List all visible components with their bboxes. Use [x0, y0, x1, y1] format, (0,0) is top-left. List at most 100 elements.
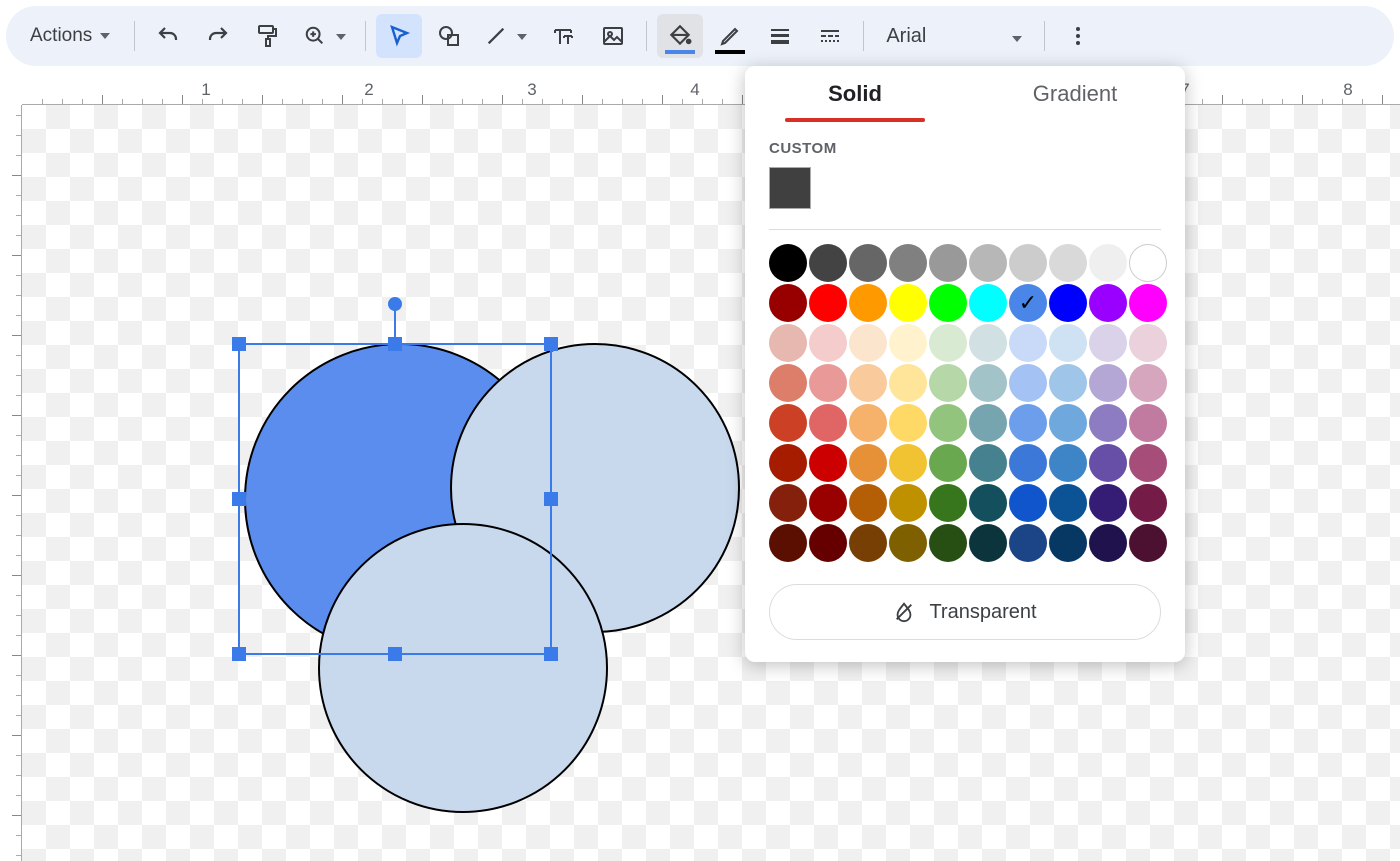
- color-swatch[interactable]: [929, 524, 967, 562]
- color-swatch[interactable]: [889, 404, 927, 442]
- color-swatch[interactable]: [1089, 284, 1127, 322]
- actions-menu-button[interactable]: Actions: [16, 14, 124, 58]
- color-swatch[interactable]: [1089, 404, 1127, 442]
- resize-handle-s[interactable]: [388, 647, 402, 661]
- border-color-button[interactable]: [707, 14, 753, 58]
- color-swatch[interactable]: [769, 484, 807, 522]
- more-button[interactable]: [1055, 14, 1101, 58]
- resize-handle-se[interactable]: [544, 647, 558, 661]
- color-swatch[interactable]: [929, 364, 967, 402]
- color-swatch[interactable]: [889, 284, 927, 322]
- color-swatch[interactable]: [969, 364, 1007, 402]
- color-swatch[interactable]: [889, 364, 927, 402]
- color-swatch[interactable]: [1009, 364, 1047, 402]
- image-button[interactable]: [590, 14, 636, 58]
- border-dash-button[interactable]: [807, 14, 853, 58]
- color-swatch[interactable]: [769, 284, 807, 322]
- resize-handle-ne[interactable]: [544, 337, 558, 351]
- color-swatch[interactable]: [1049, 364, 1087, 402]
- color-swatch[interactable]: [1129, 444, 1167, 482]
- border-weight-button[interactable]: [757, 14, 803, 58]
- tab-solid[interactable]: Solid: [745, 66, 965, 122]
- color-swatch[interactable]: [969, 484, 1007, 522]
- color-swatch[interactable]: [849, 244, 887, 282]
- color-swatch[interactable]: [809, 524, 847, 562]
- color-swatch[interactable]: [1009, 444, 1047, 482]
- color-swatch[interactable]: [969, 524, 1007, 562]
- color-swatch[interactable]: [1129, 404, 1167, 442]
- color-swatch[interactable]: [1049, 484, 1087, 522]
- color-swatch[interactable]: [849, 364, 887, 402]
- color-swatch[interactable]: [1089, 444, 1127, 482]
- color-swatch[interactable]: [809, 244, 847, 282]
- color-swatch[interactable]: [929, 284, 967, 322]
- color-swatch[interactable]: [849, 404, 887, 442]
- color-swatch[interactable]: [1089, 244, 1127, 282]
- color-swatch[interactable]: [1089, 324, 1127, 362]
- paint-format-button[interactable]: [245, 14, 291, 58]
- color-swatch[interactable]: [889, 244, 927, 282]
- color-swatch[interactable]: [769, 324, 807, 362]
- resize-handle-nw[interactable]: [232, 337, 246, 351]
- color-swatch[interactable]: [809, 484, 847, 522]
- undo-button[interactable]: [145, 14, 191, 58]
- color-swatch[interactable]: [809, 364, 847, 402]
- color-swatch[interactable]: [929, 404, 967, 442]
- color-swatch[interactable]: ✓: [1009, 284, 1047, 322]
- color-swatch[interactable]: [1009, 244, 1047, 282]
- custom-color-swatch[interactable]: [769, 167, 811, 209]
- color-swatch[interactable]: [889, 444, 927, 482]
- color-swatch[interactable]: [969, 404, 1007, 442]
- color-swatch[interactable]: [969, 284, 1007, 322]
- shape-tool-button[interactable]: [426, 14, 472, 58]
- color-swatch[interactable]: [1089, 364, 1127, 402]
- select-tool-button[interactable]: [376, 14, 422, 58]
- rotation-handle[interactable]: [388, 297, 402, 311]
- color-swatch[interactable]: [1089, 484, 1127, 522]
- resize-handle-e[interactable]: [544, 492, 558, 506]
- color-swatch[interactable]: [929, 484, 967, 522]
- color-swatch[interactable]: [769, 404, 807, 442]
- color-swatch[interactable]: [1049, 324, 1087, 362]
- color-swatch[interactable]: [849, 524, 887, 562]
- color-swatch[interactable]: [849, 484, 887, 522]
- color-swatch[interactable]: [929, 324, 967, 362]
- color-swatch[interactable]: [769, 444, 807, 482]
- color-swatch[interactable]: [969, 324, 1007, 362]
- color-swatch[interactable]: [809, 444, 847, 482]
- color-swatch[interactable]: [1009, 524, 1047, 562]
- color-swatch[interactable]: [769, 524, 807, 562]
- color-swatch[interactable]: [1009, 324, 1047, 362]
- color-swatch[interactable]: [769, 244, 807, 282]
- color-swatch[interactable]: [1129, 484, 1167, 522]
- color-swatch[interactable]: [1049, 444, 1087, 482]
- color-swatch[interactable]: [929, 444, 967, 482]
- color-swatch[interactable]: [1009, 484, 1047, 522]
- resize-handle-w[interactable]: [232, 492, 246, 506]
- color-swatch[interactable]: [809, 324, 847, 362]
- color-swatch[interactable]: [1129, 284, 1167, 322]
- color-swatch[interactable]: [809, 404, 847, 442]
- color-swatch[interactable]: [1129, 244, 1167, 282]
- color-swatch[interactable]: [969, 444, 1007, 482]
- zoom-button[interactable]: [295, 14, 355, 58]
- tab-gradient[interactable]: Gradient: [965, 66, 1185, 122]
- resize-handle-n[interactable]: [388, 337, 402, 351]
- color-swatch[interactable]: [1009, 404, 1047, 442]
- line-tool-button[interactable]: [476, 14, 536, 58]
- color-swatch[interactable]: [1089, 524, 1127, 562]
- font-dropdown[interactable]: Arial: [874, 14, 1034, 58]
- color-swatch[interactable]: [769, 364, 807, 402]
- color-swatch[interactable]: [1129, 364, 1167, 402]
- color-swatch[interactable]: [1049, 244, 1087, 282]
- color-swatch[interactable]: [889, 484, 927, 522]
- color-swatch[interactable]: [929, 244, 967, 282]
- resize-handle-sw[interactable]: [232, 647, 246, 661]
- transparent-button[interactable]: Transparent: [769, 584, 1161, 640]
- textbox-button[interactable]: [540, 14, 586, 58]
- color-swatch[interactable]: [809, 284, 847, 322]
- color-swatch[interactable]: [1129, 324, 1167, 362]
- redo-button[interactable]: [195, 14, 241, 58]
- color-swatch[interactable]: [849, 284, 887, 322]
- color-swatch[interactable]: [849, 444, 887, 482]
